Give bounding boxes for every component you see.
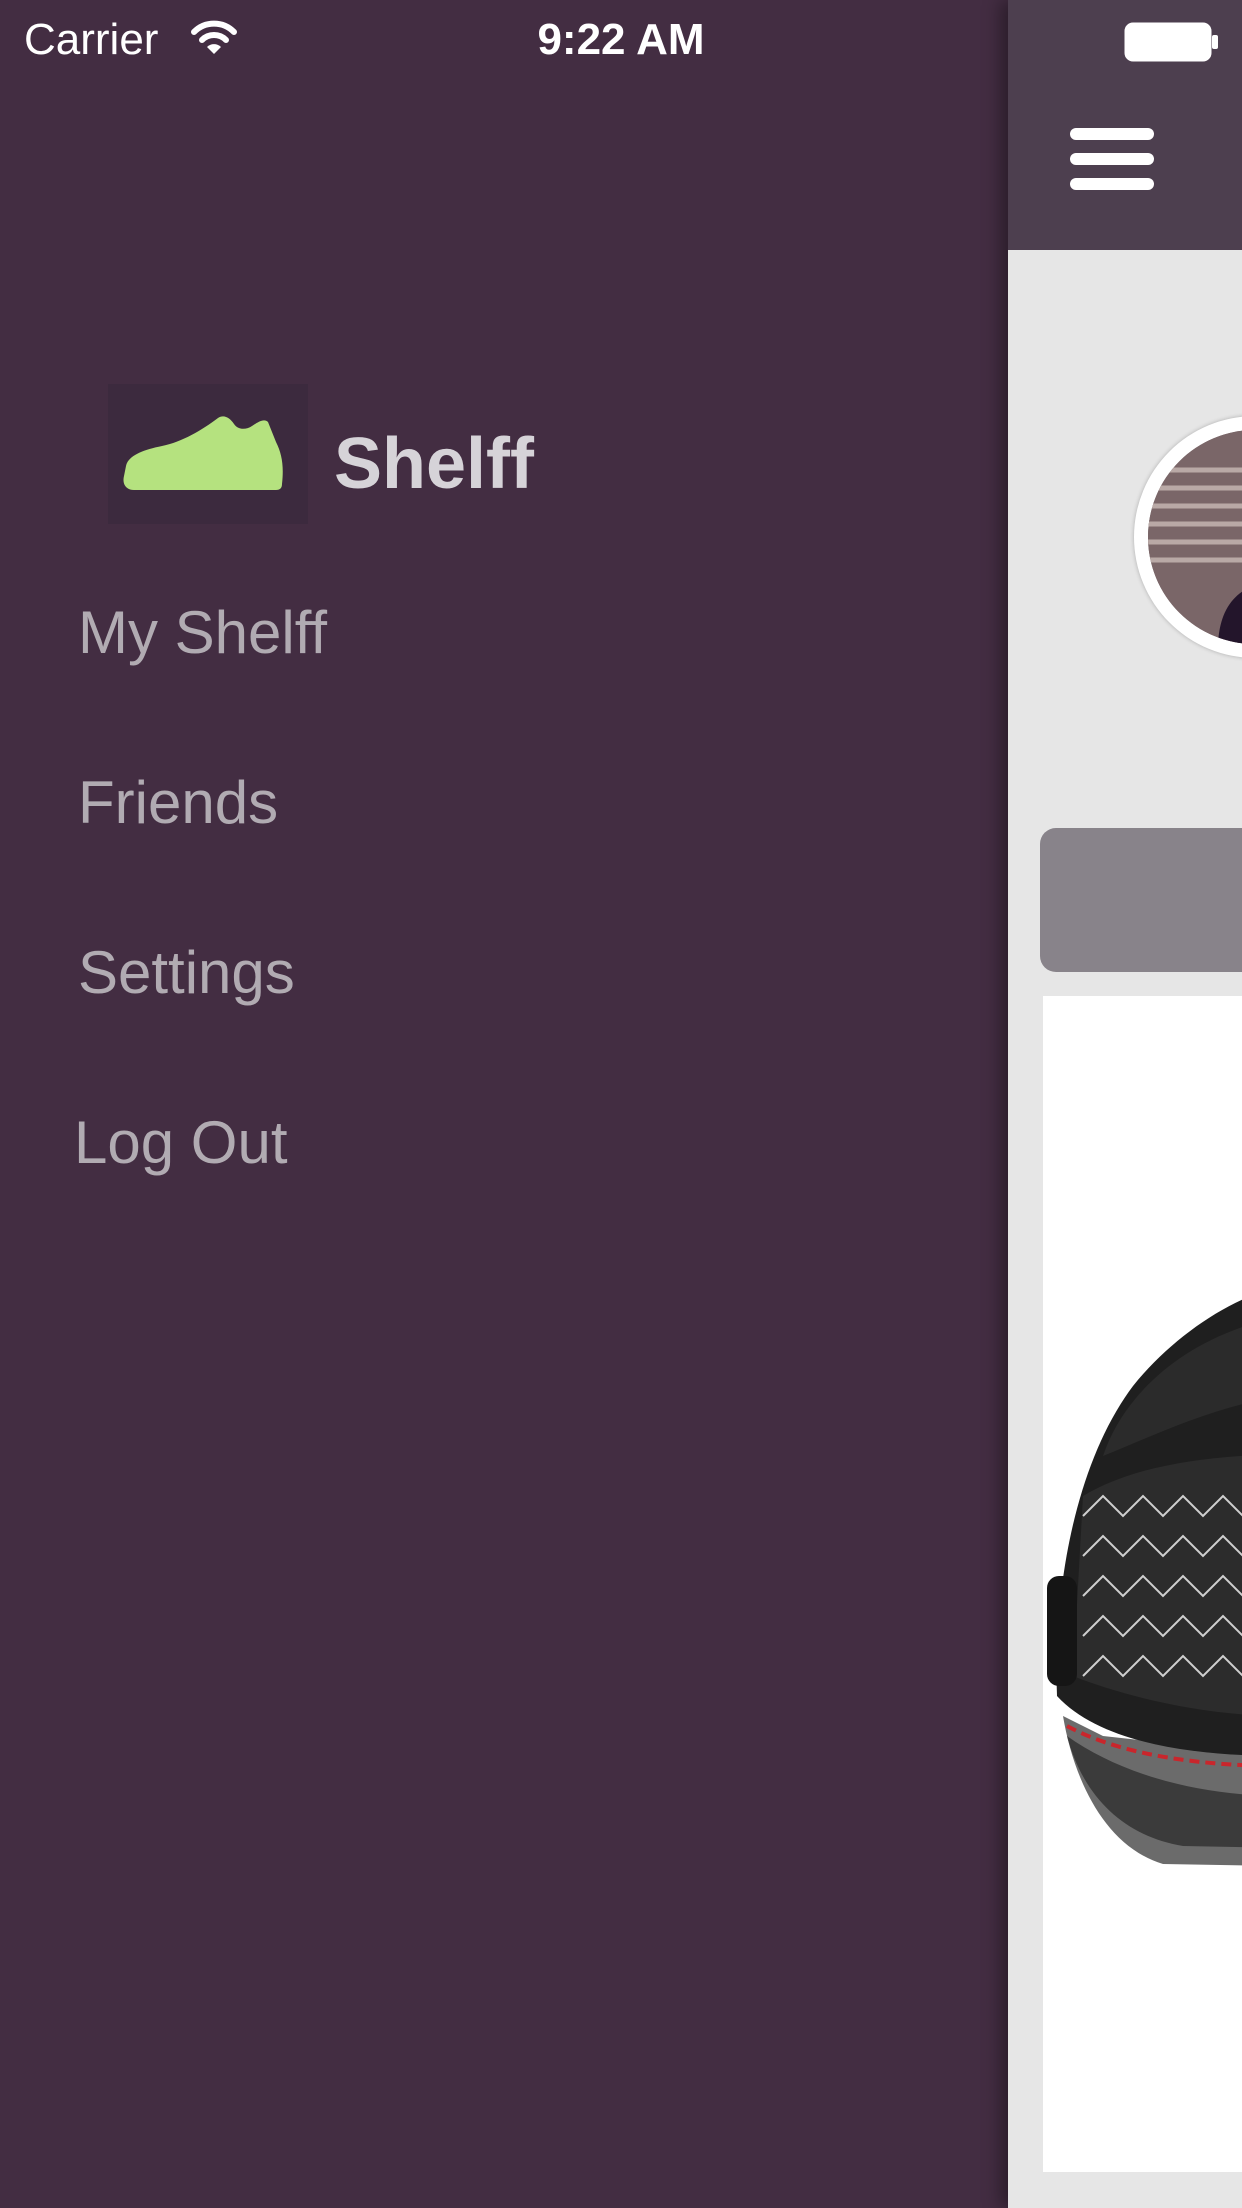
main-content-panel[interactable]	[1008, 0, 1242, 2208]
brand-name: Shelff	[334, 424, 535, 504]
menu-item-my-shelff[interactable]: My Shelff	[78, 598, 327, 668]
avatar[interactable]	[1134, 416, 1242, 658]
status-time: 9:22 AM	[537, 15, 705, 64]
action-bar[interactable]	[1040, 828, 1242, 972]
side-menu: Shelff My Shelff Friends Settings Log Ou…	[0, 0, 1008, 2208]
menu-item-settings[interactable]: Settings	[78, 938, 295, 1008]
avatar-photo	[1148, 430, 1242, 644]
menu-item-log-out[interactable]: Log Out	[74, 1108, 288, 1178]
menu-item-friends[interactable]: Friends	[78, 768, 278, 838]
shoe-photo	[1047, 1299, 1242, 1866]
battery-icon	[1124, 22, 1220, 62]
shoe-image-card[interactable]	[1043, 996, 1242, 2172]
brand-header: Shelff	[108, 384, 708, 544]
status-bar: Carrier 9:22 AM	[0, 0, 1242, 80]
sneaker-icon	[108, 384, 308, 524]
hamburger-icon[interactable]	[1070, 128, 1154, 190]
